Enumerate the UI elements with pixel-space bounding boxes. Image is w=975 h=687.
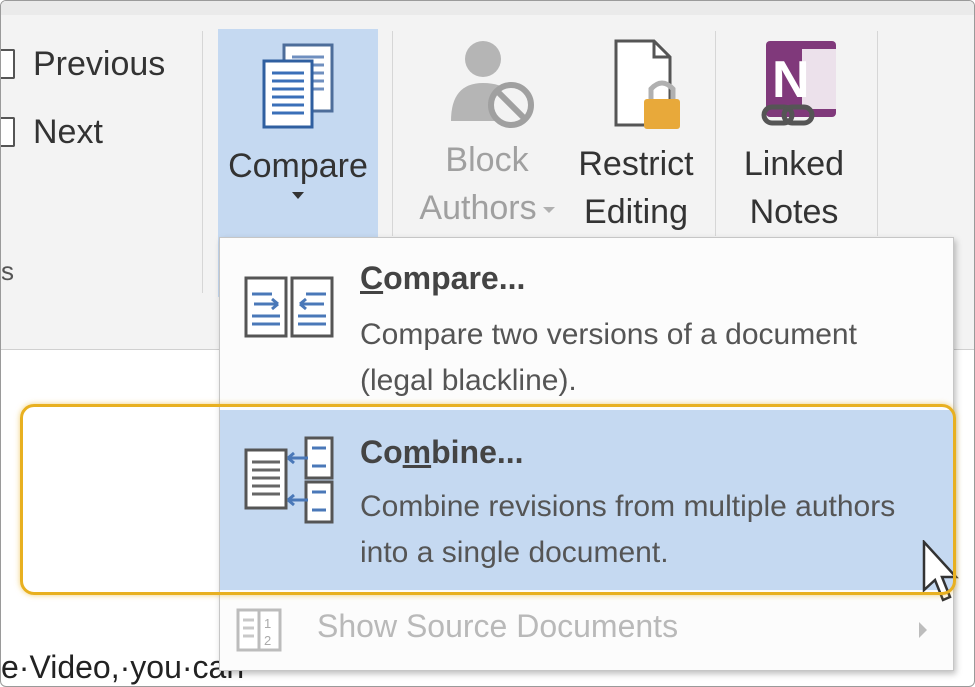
svg-text:2: 2: [264, 633, 271, 648]
block-authors-icon: [451, 41, 534, 128]
chevron-down-icon: [292, 192, 304, 199]
next-label: Next: [33, 112, 103, 151]
app-window: Previous Next s Compare Block Authors Re…: [0, 0, 975, 687]
compare-documents-icon: [262, 43, 334, 129]
compare-icon: [244, 276, 334, 338]
block-authors-button: Block Authors: [409, 31, 565, 232]
previous-button[interactable]: Previous: [1, 41, 165, 87]
onenote-linked-notes-icon: N: [761, 41, 836, 126]
ribbon-top-strip: [1, 1, 974, 15]
restrict-editing-label-line2: Editing: [584, 193, 688, 231]
svg-text:N: N: [772, 51, 810, 109]
group-divider: [877, 31, 878, 236]
previous-change-icon: [1, 49, 15, 79]
block-authors-label-line2: Authors: [419, 189, 537, 227]
next-button[interactable]: Next: [1, 109, 103, 155]
linked-notes-label-line1: Linked: [743, 145, 845, 183]
restrict-editing-button[interactable]: Restrict Editing: [571, 31, 701, 236]
lock-document-icon: [614, 39, 680, 129]
chevron-right-icon: [919, 622, 927, 638]
restrict-editing-label-line1: Restrict: [578, 145, 694, 183]
compare-item-description: Compare two versions of a document (lega…: [360, 318, 857, 397]
group-divider: [715, 31, 716, 236]
compare-label: Compare: [228, 147, 368, 185]
previous-label: Previous: [33, 44, 166, 83]
group-label: s: [1, 256, 14, 286]
group-divider: [392, 31, 393, 236]
show-source-documents-item: 1 2 Show Source Documents: [220, 598, 953, 662]
group-divider: [202, 31, 203, 293]
linked-notes-label-line2: Notes: [749, 193, 839, 231]
document-text: e·Video,·you·can: [1, 649, 245, 685]
block-authors-label-line1: Block: [445, 141, 529, 179]
chevron-down-icon: [542, 207, 555, 214]
svg-text:1: 1: [264, 616, 271, 631]
compare-item-title: Compare...: [360, 260, 526, 296]
next-change-icon: [1, 117, 15, 147]
show-source-documents-label: Show Source Documents: [317, 608, 679, 644]
show-source-documents-icon: 1 2: [236, 608, 282, 652]
highlight-annotation: [20, 404, 956, 595]
compare-menu-item[interactable]: Compare... Compare two versions of a doc…: [220, 238, 953, 410]
linked-notes-button[interactable]: N Linked Notes: [729, 31, 859, 236]
